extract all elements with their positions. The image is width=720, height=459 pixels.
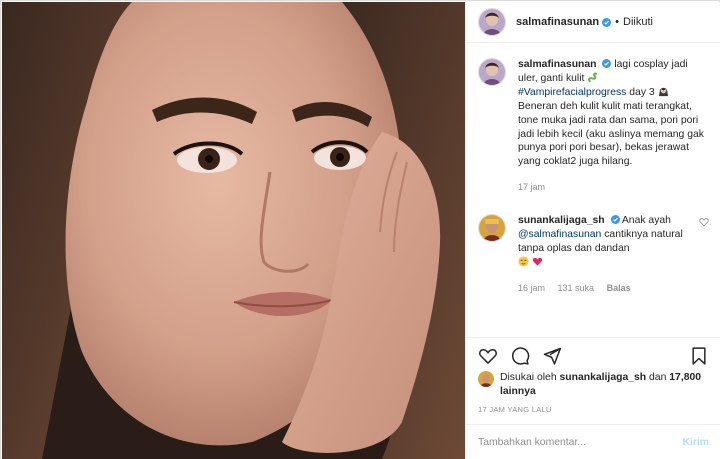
comment-text: Anak ayah: [621, 215, 671, 227]
add-comment-bar: Kirim: [466, 424, 720, 459]
post-timestamp[interactable]: 17 JAM YANG LALU: [478, 405, 552, 414]
share-send-icon[interactable]: [542, 346, 562, 366]
caption-username[interactable]: salmafinasunan: [518, 59, 597, 70]
reply-button[interactable]: Balas: [607, 283, 631, 293]
comment-likes[interactable]: 131 suka: [558, 283, 595, 293]
liker-avatar[interactable]: [478, 371, 494, 387]
selfie-image: [2, 2, 465, 459]
caption-description: Beneran deh kulit kulit mati terangkat, …: [518, 100, 704, 168]
author-username[interactable]: salmafinasunan: [516, 16, 599, 28]
caption-body: salmafinasunan lagi cosplay jadi uler, g…: [518, 58, 708, 195]
verified-badge-icon: [610, 215, 620, 225]
comment-meta: 16 jam 131 suka Balas: [518, 282, 688, 296]
bookmark-save-icon[interactable]: [689, 346, 709, 366]
caption-author-avatar[interactable]: [478, 58, 506, 86]
separator-dot: •: [615, 16, 619, 28]
caption-text-day: day 3: [629, 86, 655, 98]
commenter-username[interactable]: sunankalijaga_sh: [518, 215, 605, 226]
caption-age[interactable]: 17 jam: [518, 182, 545, 192]
comment-body: sunankalijaga_sh Anak ayah @salmafinasun…: [518, 214, 688, 296]
send-comment-button[interactable]: Kirim: [682, 437, 709, 448]
like-heart-icon[interactable]: [478, 346, 498, 366]
comments-list: salmafinasunan lagi cosplay jadi uler, g…: [466, 44, 720, 337]
red-heart-emoji-icon: [532, 257, 543, 266]
caption: salmafinasunan lagi cosplay jadi uler, g…: [478, 58, 709, 195]
instagram-post-frame: salmafinasunan • Diikuti salmafinasunan …: [0, 0, 720, 459]
liker-username[interactable]: sunankalijaga_sh: [560, 372, 647, 383]
verified-badge-icon: [602, 17, 612, 27]
likes-text: Disukai oleh sunankalijaga_sh dan 17,800…: [478, 371, 713, 399]
caption-hashtag[interactable]: #Vampirefacialprogress: [518, 87, 626, 98]
comment-bubble-icon[interactable]: [510, 346, 530, 366]
comment-age[interactable]: 16 jam: [518, 283, 545, 293]
commenter-avatar[interactable]: [478, 214, 506, 243]
likes-mid: dan: [649, 372, 667, 383]
comment-mention[interactable]: @salmafinasunan: [518, 229, 601, 240]
post-details-panel: salmafinasunan • Diikuti salmafinasunan …: [465, 2, 720, 459]
author-avatar[interactable]: [478, 8, 506, 36]
comment-input[interactable]: [478, 436, 683, 448]
post-photo[interactable]: [2, 2, 465, 459]
follow-status-button[interactable]: Diikuti: [623, 16, 653, 28]
caption-meta: 17 jam: [518, 181, 708, 195]
action-bar: [466, 337, 720, 373]
comment-item: sunankalijaga_sh Anak ayah @salmafinasun…: [478, 214, 709, 296]
vampire-emoji-icon: [658, 87, 668, 96]
relieved-face-emoji-icon: [518, 256, 529, 267]
verified-badge-icon: [602, 59, 612, 68]
comment-like-heart-icon[interactable]: [699, 217, 709, 227]
post-header: salmafinasunan • Diikuti: [466, 2, 720, 43]
likes-summary: Disukai oleh sunankalijaga_sh dan 17,800…: [478, 371, 713, 399]
snake-emoji-icon: [588, 72, 598, 83]
likes-prefix: Disukai oleh: [500, 372, 557, 383]
